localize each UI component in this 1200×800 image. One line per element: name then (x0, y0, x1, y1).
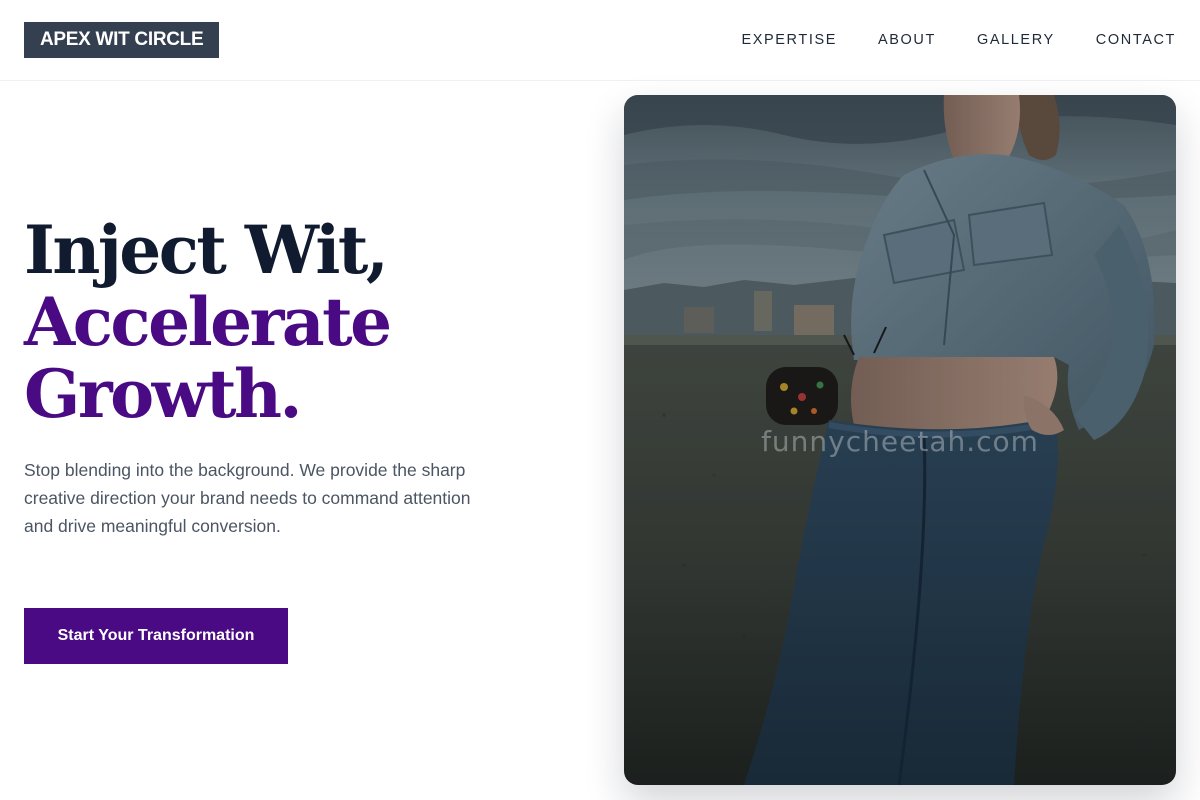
hero-headline: Inject Wit, Accelerate Growth. (24, 214, 584, 430)
nav-link-gallery[interactable]: GALLERY (977, 30, 1055, 50)
headline-line-2: Accelerate (24, 283, 392, 361)
nav-link-contact[interactable]: CONTACT (1096, 30, 1176, 50)
main-nav: EXPERTISE ABOUT GALLERY CONTACT (741, 30, 1176, 50)
nav-link-expertise[interactable]: EXPERTISE (741, 30, 837, 50)
site-header: APEX WIT CIRCLE EXPERTISE ABOUT GALLERY … (0, 0, 1200, 81)
start-transformation-button[interactable]: Start Your Transformation (24, 608, 288, 664)
headline-line-1: Inject Wit, (24, 211, 389, 289)
headline-line-3: Growth. (24, 355, 302, 433)
brand-logo[interactable]: APEX WIT CIRCLE (24, 22, 220, 58)
image-watermark: funnycheetah.com (761, 425, 1039, 458)
hero-subtext: Stop blending into the background. We pr… (24, 460, 471, 536)
hero-photo: funnycheetah.com (624, 95, 1176, 785)
nav-link-about[interactable]: ABOUT (878, 30, 936, 50)
